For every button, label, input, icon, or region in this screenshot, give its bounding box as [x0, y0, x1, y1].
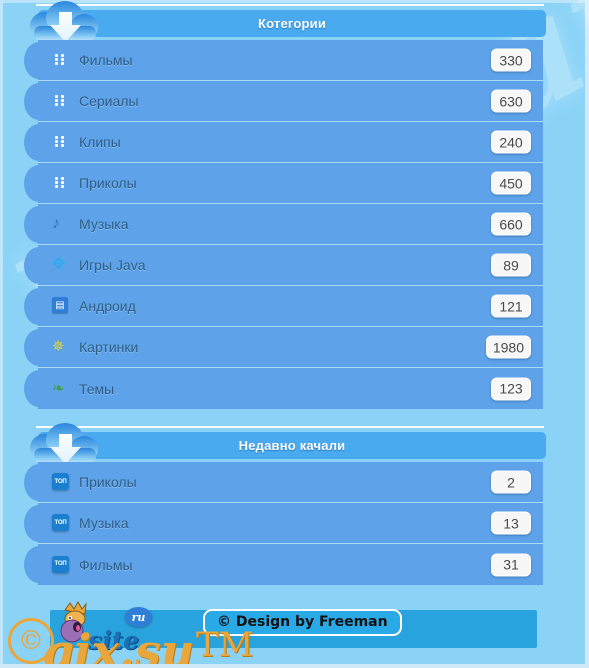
row-bulge — [24, 288, 54, 325]
top-badge-icon: ТОП — [52, 555, 70, 574]
row-bulge — [24, 464, 54, 501]
header-rule — [36, 4, 544, 6]
status-badge: 2 — [491, 470, 531, 494]
list-item-label: Темы — [79, 380, 115, 397]
right-edge — [585, 0, 589, 668]
ru-badge-icon: ru — [125, 607, 152, 627]
row-bulge — [24, 42, 54, 79]
film-icon — [52, 92, 70, 110]
design-credit[interactable]: © Design by Freeman — [203, 609, 402, 636]
copyright-icon: © — [8, 618, 54, 664]
puzzle-piece-icon: ✥ — [52, 256, 66, 273]
music-note-icon: ♪ — [52, 215, 60, 232]
list-item-label: Игры Java — [79, 257, 146, 273]
list-item-label: Клипы — [79, 134, 121, 150]
status-badge: 330 — [491, 48, 531, 72]
row-bulge — [24, 83, 54, 120]
list-item-label: Музыка — [79, 515, 129, 531]
status-badge: 31 — [491, 553, 531, 576]
header-bar: Недавно качали — [38, 432, 546, 459]
list-item[interactable]: ▤ Андроид 121 — [24, 286, 543, 327]
section-title: Недавно качали — [238, 438, 346, 453]
page-title: Котегории — [257, 16, 327, 31]
row-bulge — [24, 206, 54, 243]
row-bulge — [24, 247, 54, 284]
android-device-icon: ▤ — [52, 297, 70, 315]
status-badge: 89 — [491, 253, 531, 277]
top-badge-icon: ТОП — [52, 514, 70, 532]
list-item[interactable]: Фильмы 330 — [24, 40, 543, 81]
film-icon — [52, 174, 70, 192]
header-bar: Котегории — [38, 10, 546, 37]
row-bulge — [24, 505, 54, 542]
list-item[interactable]: ♪ Музыка 660 — [24, 204, 543, 245]
category-list: Фильмы 330 Сериалы 630 Клипы 240 Приколы… — [24, 40, 543, 409]
status-badge: 240 — [491, 130, 531, 154]
list-item-label: Картинки — [79, 339, 139, 355]
film-icon — [52, 133, 70, 151]
picture-icon: ✵ — [52, 338, 65, 355]
row-bulge — [24, 546, 54, 583]
status-badge: 123 — [491, 377, 531, 400]
list-item-label: Приколы — [79, 474, 137, 490]
list-item-label: Сериалы — [79, 93, 139, 109]
leaf-theme-icon: ❧ — [52, 379, 65, 397]
row-bulge — [24, 370, 54, 407]
row-bulge — [24, 329, 54, 366]
list-item[interactable]: ТОП Фильмы 31 — [24, 544, 543, 585]
list-item[interactable]: ✵ Картинки 1980 — [24, 327, 543, 368]
list-item-label: Приколы — [79, 175, 137, 191]
left-edge — [0, 0, 3, 668]
list-item[interactable]: Приколы 450 — [24, 163, 543, 204]
list-item[interactable]: ❧ Темы 123 — [24, 368, 543, 409]
status-badge: 630 — [491, 89, 531, 113]
list-item[interactable]: ТОП Приколы 2 — [24, 462, 543, 503]
top-edge — [0, 0, 589, 3]
list-item-label: Андроид — [79, 298, 136, 314]
list-item-label: Музыка — [79, 216, 129, 232]
row-bulge — [24, 124, 54, 161]
top-badge-icon: ТОП — [52, 473, 70, 491]
list-item[interactable]: Клипы 240 — [24, 122, 543, 163]
header-rule — [36, 426, 544, 428]
list-item-label: Фильмы — [79, 52, 133, 68]
recent-list: ТОП Приколы 2 ТОП Музыка 13 ТОП Фильмы 3… — [24, 462, 543, 585]
list-item[interactable]: ✥ Игры Java 89 — [24, 245, 543, 286]
status-badge: 660 — [491, 212, 531, 236]
page-root: Freeman Котегории — [0, 0, 589, 668]
list-item-label: Фильмы — [79, 556, 133, 573]
bottom-edge — [0, 664, 589, 668]
film-icon — [52, 51, 70, 69]
list-item[interactable]: Сериалы 630 — [24, 81, 543, 122]
list-item[interactable]: ТОП Музыка 13 — [24, 503, 543, 544]
status-badge: 121 — [491, 294, 531, 318]
status-badge: 450 — [491, 171, 531, 195]
status-badge: 1980 — [485, 335, 531, 359]
row-bulge — [24, 165, 54, 202]
status-badge: 13 — [491, 511, 531, 535]
